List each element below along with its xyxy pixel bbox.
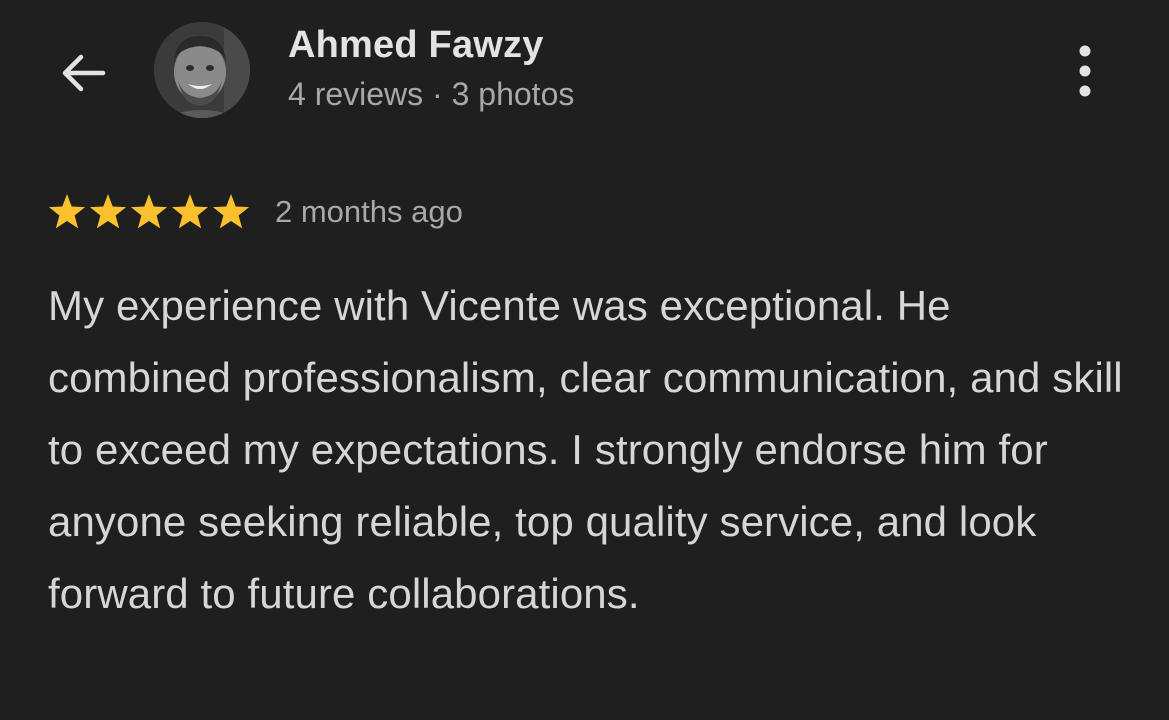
review-screen: Ahmed Fawzy 4 reviews · 3 photos 2 month… [0, 0, 1169, 720]
star-icon [212, 194, 250, 229]
avatar[interactable] [154, 22, 250, 118]
arrow-left-icon [62, 54, 106, 92]
avatar-photo [154, 22, 250, 118]
star-icon [89, 194, 127, 229]
rating-row: 2 months ago [47, 188, 463, 236]
star-rating [47, 192, 251, 232]
author-stats: 4 reviews · 3 photos [288, 76, 575, 112]
review-date: 2 months ago [275, 194, 463, 229]
review-text: My experience with Vicente was exception… [48, 282, 1123, 617]
author-name[interactable]: Ahmed Fawzy [288, 24, 544, 67]
back-button[interactable] [50, 40, 116, 106]
more-options-button[interactable] [1058, 38, 1112, 104]
star-icon [171, 194, 209, 229]
more-vertical-icon [1079, 45, 1091, 97]
star-icon [48, 194, 86, 229]
star-icon [130, 194, 168, 229]
